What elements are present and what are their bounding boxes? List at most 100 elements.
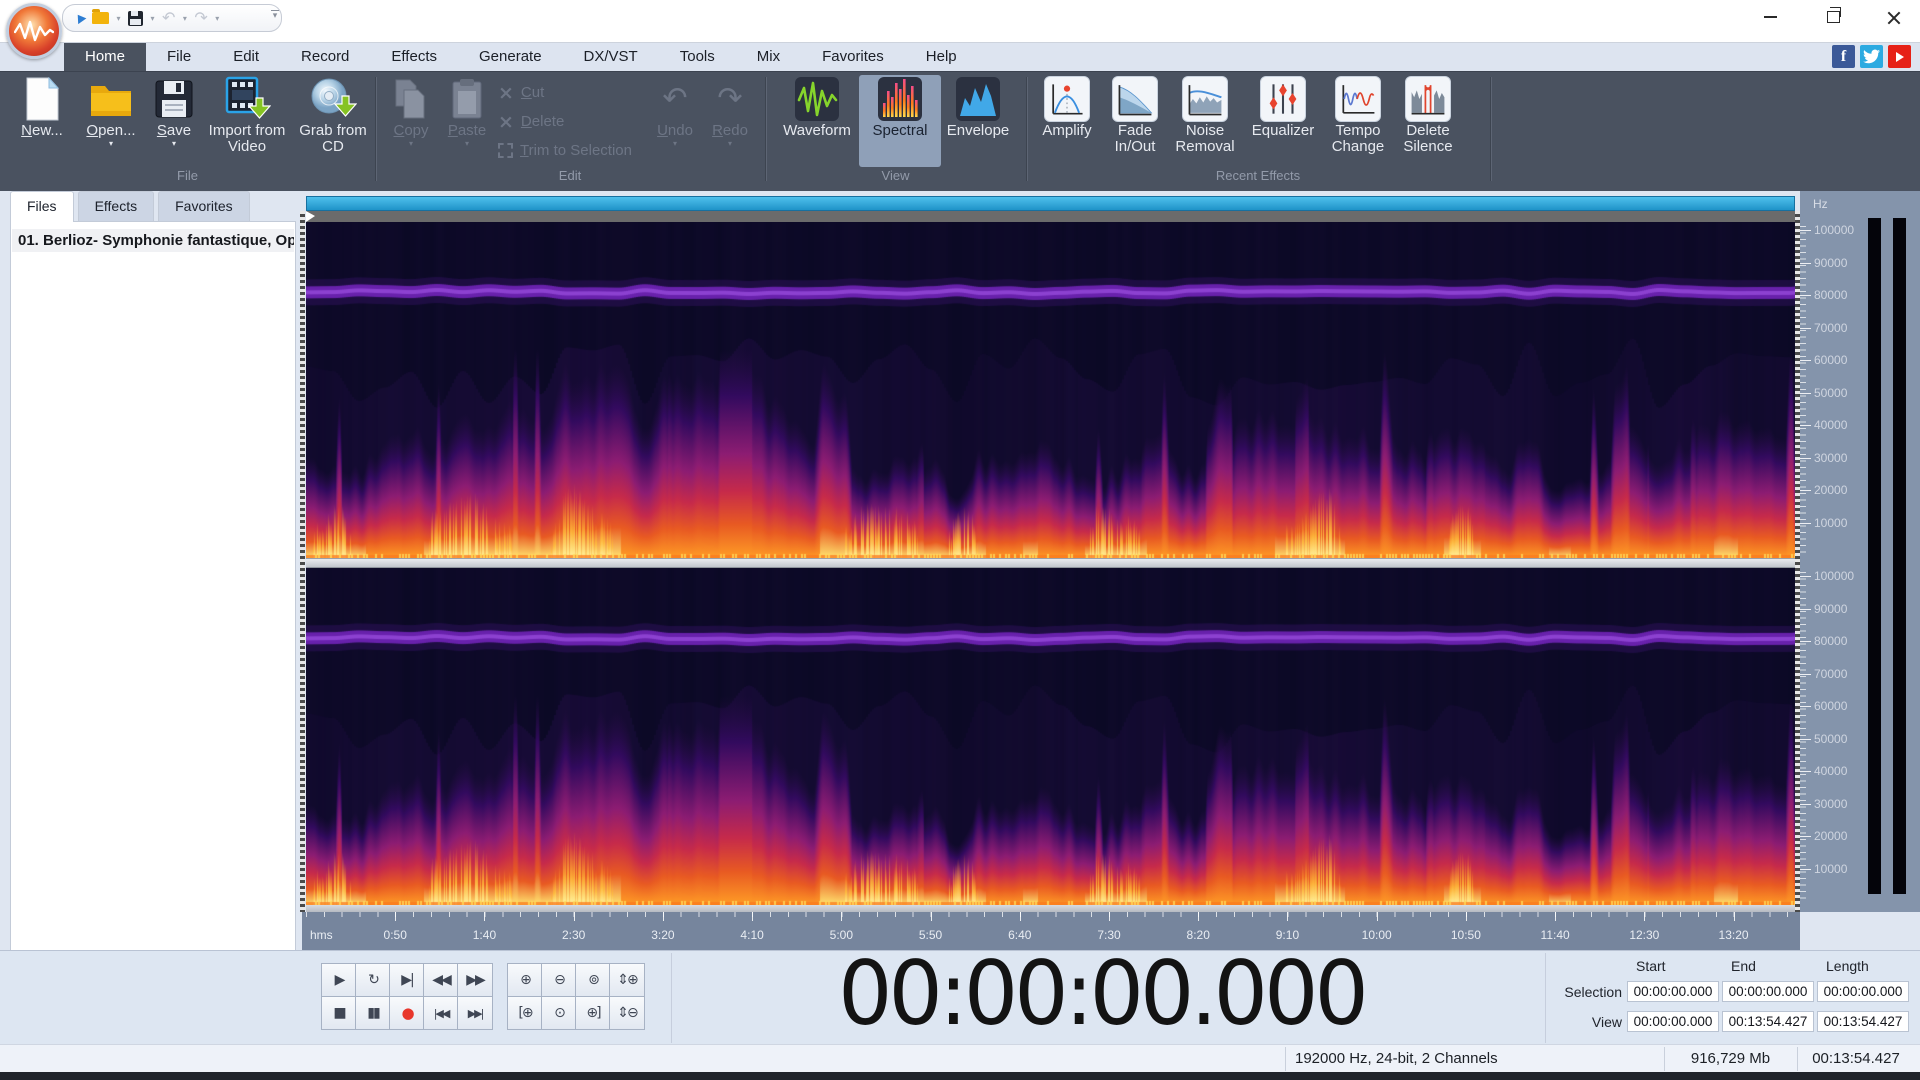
view-end-field[interactable]: 00:13:54.427 (1722, 1011, 1814, 1032)
playhead-marker-icon[interactable] (306, 211, 315, 222)
frequency-label: 50000 (1814, 731, 1848, 746)
menu-tab-favorites[interactable]: Favorites (801, 43, 905, 71)
selection-end-field[interactable]: 00:00:00.000 (1722, 981, 1814, 1002)
position-marker-strip[interactable] (306, 211, 1795, 222)
open-folder-icon[interactable] (90, 7, 111, 29)
customize-quick-access-icon[interactable]: ▾ (268, 10, 282, 24)
file-list-item[interactable]: 01. Berlioz- Symphonie fantastique, Op. (12, 229, 294, 252)
ruler-major-tick (395, 912, 397, 921)
maximize-button[interactable] (1808, 0, 1858, 34)
overview-scrollbar[interactable] (306, 196, 1795, 211)
copy-dropdown-icon[interactable]: ▾ (379, 139, 443, 148)
zoom-vertical-in-button[interactable]: ⇕⊕ (609, 963, 645, 997)
selection-view-panel: Start End Length Selection 00:00:00.000 00:00… (1550, 950, 1920, 1044)
menu-tab-mix[interactable]: Mix (736, 43, 801, 71)
zoom-in-button[interactable]: ⊕ (507, 963, 543, 997)
ruler-major-tick (573, 912, 575, 921)
frequency-label: 90000 (1814, 255, 1848, 270)
selection-start-field[interactable]: 00:00:00.000 (1627, 981, 1719, 1002)
play-button[interactable]: ▶ (321, 963, 357, 997)
menu-tab-home[interactable]: Home (64, 43, 147, 71)
save-dropdown-icon[interactable]: ▾ (148, 14, 157, 23)
menu-tab-help[interactable]: Help (905, 43, 978, 71)
menu-tab-generate[interactable]: Generate (458, 43, 563, 71)
zoom-selection-end-button[interactable]: ⊕] (575, 996, 611, 1030)
fast-forward-button[interactable]: ▶▶ (457, 963, 493, 997)
new-button[interactable]: New... (6, 75, 78, 167)
zoom-out-button[interactable]: ⊖ (541, 963, 577, 997)
app-logo-icon[interactable] (6, 3, 62, 59)
open-dropdown-icon[interactable]: ▾ (114, 14, 123, 23)
save-icon[interactable] (126, 7, 145, 29)
redo-button[interactable]: ↷ Redo ▾ (701, 75, 759, 167)
amplify-button[interactable]: Amplify (1029, 75, 1105, 167)
pause-button[interactable]: ▮▮ (355, 996, 391, 1030)
file-list[interactable]: 01. Berlioz- Symphonie fantastique, Op. (10, 221, 296, 1042)
trim-button[interactable]: Trim to Selection (498, 138, 668, 163)
sidebar-tab-files[interactable]: Files (10, 191, 74, 222)
paste-dropdown-icon[interactable]: ▾ (435, 139, 499, 148)
selection-pointer-icon[interactable] (73, 7, 87, 29)
noise-button[interactable]: Noise Removal (1165, 75, 1245, 167)
menu-tab-dx-vst[interactable]: DX/VST (563, 43, 659, 71)
zoom-to-selection-button[interactable]: ⊙ (541, 996, 577, 1030)
equalizer-icon (1240, 75, 1326, 123)
sidebar-tab-favorites[interactable]: Favorites (158, 191, 250, 222)
import-button[interactable]: Import from Video (197, 75, 297, 167)
play-to-end-button[interactable]: ▶| (389, 963, 425, 997)
ruler-time-label: 12:30 (1629, 928, 1660, 942)
loop-button[interactable]: ↻ (355, 963, 391, 997)
spectral-button[interactable]: Spectral (859, 75, 941, 167)
menu-tab-record[interactable]: Record (280, 43, 370, 71)
redo-icon[interactable]: ↷ (192, 7, 209, 29)
grab-label: Grab from CD (299, 122, 367, 155)
envelope-button[interactable]: Envelope (936, 75, 1020, 167)
paste-button[interactable]: Paste ▾ (435, 75, 499, 167)
stop-button[interactable]: ■ (321, 996, 357, 1030)
spectral-icon (859, 75, 941, 123)
menu-tab-file[interactable]: File (146, 43, 212, 71)
close-button[interactable] (1868, 0, 1918, 34)
undo-dropdown-icon[interactable]: ▾ (180, 14, 189, 23)
status-format: 192000 Hz, 24-bit, 2 Channels (1295, 1050, 1498, 1067)
open-dropdown-icon[interactable]: ▾ (75, 139, 147, 148)
youtube-icon[interactable] (1888, 45, 1911, 68)
delete-button[interactable]: × Delete (498, 109, 668, 134)
selection-length-field[interactable]: 00:00:00.000 (1817, 981, 1909, 1002)
record-button[interactable]: ● (389, 996, 425, 1030)
open-label: Open... (86, 122, 136, 139)
copy-button[interactable]: Copy ▾ (379, 75, 443, 167)
twitter-icon[interactable] (1860, 45, 1883, 68)
zoom-100-button[interactable]: ⊚ (575, 963, 611, 997)
go-to-end-button[interactable]: ▶▶| (457, 996, 493, 1030)
open-button[interactable]: Open... ▾ (75, 75, 147, 167)
fade-button[interactable]: Fade In/Out (1096, 75, 1174, 167)
go-to-start-button[interactable]: |◀◀ (423, 996, 459, 1030)
waveform-button[interactable]: Waveform (773, 75, 861, 167)
menu-tab-tools[interactable]: Tools (659, 43, 736, 71)
undo-icon[interactable]: ↶ (160, 7, 177, 29)
sidebar-tab-effects[interactable]: Effects (77, 191, 155, 222)
fade-label: Fade In/Out (1114, 122, 1156, 155)
redo-dropdown-icon[interactable]: ▾ (701, 139, 759, 148)
delsilence-button[interactable]: Delete Silence (1391, 75, 1465, 167)
cut-button[interactable]: × Cut (498, 80, 668, 105)
facebook-icon[interactable]: f (1832, 45, 1855, 68)
trim-icon (498, 143, 513, 158)
minimize-button[interactable] (1745, 0, 1795, 34)
frequency-minor-ticks (1800, 226, 1806, 554)
view-start-field[interactable]: 00:00:00.000 (1627, 1011, 1719, 1032)
tempo-button[interactable]: Tempo Change (1321, 75, 1395, 167)
rewind-button[interactable]: ◀◀ (423, 963, 459, 997)
zoom-selection-start-button[interactable]: [⊕ (507, 996, 543, 1030)
undo-dropdown-icon[interactable]: ▾ (646, 139, 704, 148)
view-length-field[interactable]: 00:13:54.427 (1817, 1011, 1909, 1032)
menu-tab-effects[interactable]: Effects (370, 43, 458, 71)
equalizer-button[interactable]: Equalizer (1240, 75, 1326, 167)
zoom-vertical-out-button[interactable]: ⇕⊖ (609, 996, 645, 1030)
undo-button[interactable]: ↶ Undo ▾ (646, 75, 704, 167)
channel-divider[interactable] (306, 558, 1795, 568)
menu-tab-edit[interactable]: Edit (212, 43, 280, 71)
grab-button[interactable]: Grab from CD (287, 75, 379, 167)
redo-dropdown-icon[interactable]: ▾ (213, 14, 222, 23)
